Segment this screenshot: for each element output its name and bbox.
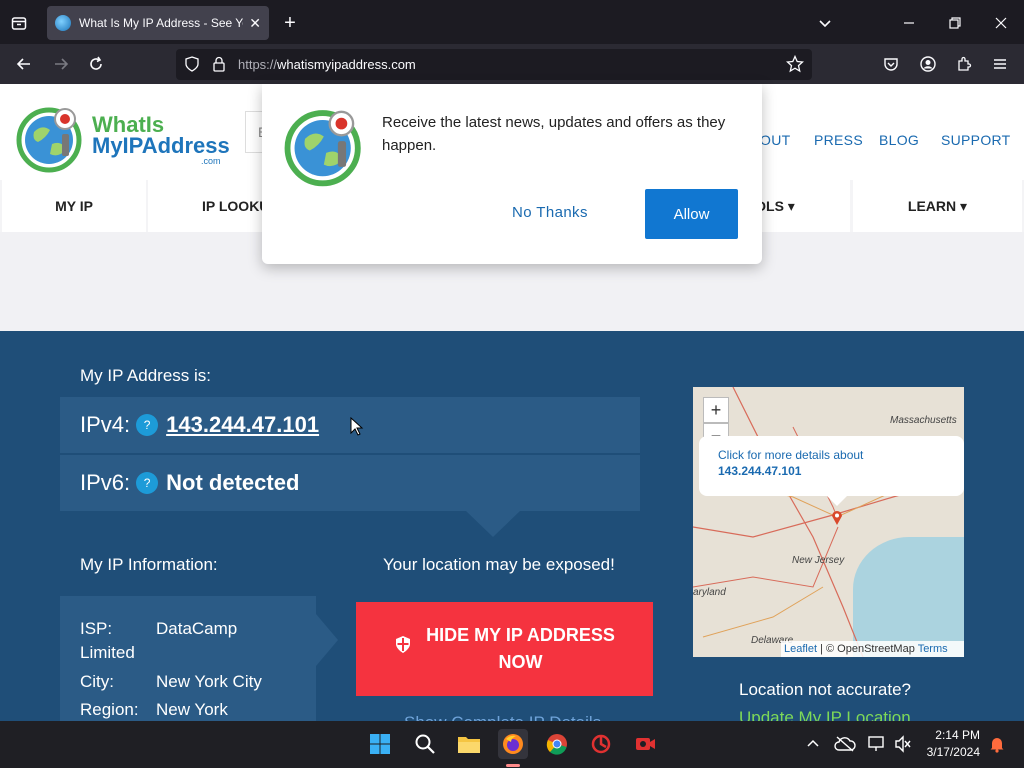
- map-marker-icon[interactable]: [831, 510, 843, 526]
- bookmark-star-icon[interactable]: [785, 54, 805, 78]
- screen-recorder-icon[interactable]: [630, 729, 660, 759]
- site-globe-icon: [284, 110, 361, 187]
- close-window-icon[interactable]: [990, 12, 1012, 34]
- location-map[interactable]: Massachusetts New Jersey aryland Delawar…: [693, 387, 964, 657]
- city-label: City:: [80, 672, 114, 691]
- ipv6-row: IPv6: ? Not detected: [60, 455, 640, 511]
- clock-date[interactable]: 3/17/2024: [918, 745, 980, 759]
- tab-title: What Is My IP Address - See You: [79, 16, 244, 30]
- terms-link[interactable]: Terms: [918, 643, 948, 655]
- new-tab-icon[interactable]: +: [279, 12, 301, 34]
- city-value: New York City: [156, 672, 262, 691]
- hamburger-menu-icon[interactable]: [989, 53, 1011, 75]
- url-text: https://whatismyipaddress.com: [238, 57, 416, 72]
- browser-tab[interactable]: What Is My IP Address - See You ✕: [47, 6, 269, 40]
- tab-list-icon[interactable]: [8, 12, 30, 34]
- ip-heading: My IP Address is:: [80, 366, 212, 385]
- map-popup-tip: [827, 496, 847, 506]
- logo-text-myipaddress: MyIPAddress: [92, 133, 230, 158]
- topnav-press[interactable]: PRESS: [814, 132, 863, 148]
- isp-label: ISP:: [80, 619, 113, 638]
- complete-details-link[interactable]: Show Complete IP Details: [404, 713, 601, 721]
- map-popup-text: Click for more details about: [718, 448, 864, 462]
- map-label-maryland: aryland: [693, 587, 726, 598]
- clock-time[interactable]: 2:14 PM: [918, 728, 980, 742]
- leaflet-link[interactable]: Leaflet: [784, 643, 817, 655]
- ipv4-row: IPv4: ? 143.244.47.101: [60, 397, 640, 453]
- update-location-link[interactable]: Update My IP Location: [739, 708, 911, 721]
- notification-prompt: Receive the latest news, updates and off…: [262, 84, 762, 264]
- ipv6-help-icon[interactable]: ?: [136, 472, 159, 494]
- lock-icon[interactable]: [212, 56, 226, 77]
- notification-bell-icon[interactable]: [982, 729, 1012, 759]
- restore-icon[interactable]: [944, 12, 966, 34]
- ipv6-label: IPv6:: [80, 470, 131, 495]
- topnav-blog[interactable]: BLOG: [879, 132, 919, 148]
- hide-button-label: HIDE MY IP ADDRESS NOW: [426, 625, 615, 672]
- map-popup-ip[interactable]: 143.244.47.101: [718, 464, 964, 478]
- site-logo[interactable]: WhatIs MyIPAddress .com: [16, 104, 230, 174]
- region-value: New York: [156, 700, 228, 719]
- isp-value-cont: Limited: [80, 643, 135, 662]
- topnav-about[interactable]: OUT: [760, 132, 790, 148]
- shield-icon: [394, 635, 412, 664]
- address-bar[interactable]: https://whatismyipaddress.com: [176, 49, 812, 80]
- info-box-arrow: [316, 614, 338, 666]
- info-heading: My IP Information:: [80, 555, 218, 574]
- map-roads: [693, 387, 964, 657]
- no-thanks-button[interactable]: No Thanks: [512, 204, 588, 221]
- allow-button[interactable]: Allow: [645, 189, 738, 239]
- region-label: Region:: [80, 700, 139, 719]
- pointer-triangle: [466, 511, 520, 537]
- shield-icon[interactable]: [185, 56, 199, 77]
- volume-muted-icon[interactable]: [888, 729, 918, 759]
- isp-value: DataCamp: [156, 619, 238, 638]
- pocket-icon[interactable]: [880, 53, 902, 75]
- hide-my-ip-button[interactable]: HIDE MY IP ADDRESS NOW: [356, 602, 653, 696]
- map-popup[interactable]: Click for more details about 143.244.47.…: [699, 436, 964, 496]
- notification-message: Receive the latest news, updates and off…: [382, 114, 726, 154]
- menu-my-ip[interactable]: MY IP: [2, 180, 146, 232]
- globe-icon: [55, 15, 71, 31]
- onedrive-offline-icon[interactable]: [830, 729, 860, 759]
- mouse-cursor-icon: [350, 417, 364, 436]
- windows-taskbar: 2:14 PM 3/17/2024: [0, 721, 1024, 768]
- chrome-icon[interactable]: [542, 729, 572, 759]
- map-label-massachusetts: Massachusetts: [890, 415, 957, 426]
- map-attribution: Leaflet | © OpenStreetMap Terms: [781, 641, 964, 657]
- file-explorer-icon[interactable]: [454, 729, 484, 759]
- tab-bar: What Is My IP Address - See You ✕ +: [0, 0, 1024, 44]
- security-app-icon[interactable]: [586, 729, 616, 759]
- ipv4-label: IPv4:: [80, 412, 131, 437]
- close-tab-icon[interactable]: ✕: [249, 15, 261, 32]
- ipv4-help-icon[interactable]: ?: [136, 414, 159, 436]
- exposure-warning: Your location may be exposed!: [383, 555, 615, 574]
- account-icon[interactable]: [917, 53, 939, 75]
- extensions-icon[interactable]: [953, 53, 975, 75]
- location-not-accurate: Location not accurate?: [739, 680, 912, 699]
- topnav-support[interactable]: SUPPORT: [941, 132, 1011, 148]
- map-label-new-jersey: New Jersey: [792, 555, 845, 566]
- back-arrow-icon[interactable]: [13, 53, 35, 75]
- search-icon[interactable]: [410, 729, 440, 759]
- navigation-toolbar: https://whatismyipaddress.com: [0, 44, 1024, 84]
- tray-chevron-up-icon[interactable]: [798, 729, 828, 759]
- windows-start-icon[interactable]: [365, 729, 395, 759]
- ipv6-value: Not detected: [166, 470, 300, 495]
- chevron-down-icon[interactable]: [814, 12, 836, 34]
- ipv4-value[interactable]: 143.244.47.101: [166, 412, 319, 438]
- firefox-active-indicator: [506, 764, 520, 767]
- menu-learn[interactable]: LEARN ▾: [853, 180, 1022, 232]
- firefox-icon[interactable]: [498, 729, 528, 759]
- osm-attribution: | © OpenStreetMap: [817, 643, 918, 655]
- logo-text-domain: .com: [201, 156, 221, 166]
- minimize-icon[interactable]: [898, 12, 920, 34]
- reload-icon[interactable]: [85, 53, 107, 75]
- globe-logo-icon: [16, 107, 82, 173]
- map-zoom-in-button[interactable]: +: [703, 397, 729, 423]
- forward-arrow-icon[interactable]: [50, 53, 72, 75]
